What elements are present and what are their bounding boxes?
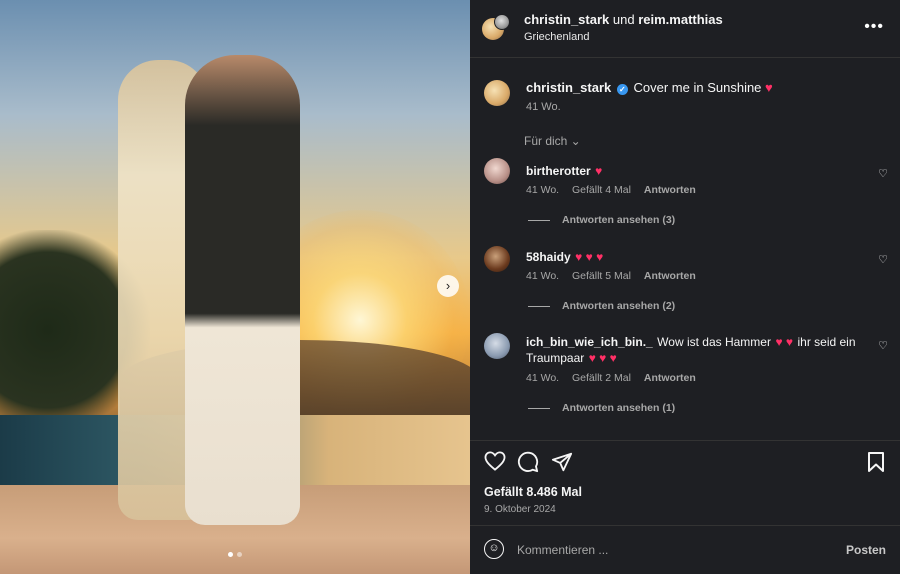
collab-names: christin_stark und reim.matthias <box>524 12 723 27</box>
paper-plane-icon[interactable] <box>551 451 573 477</box>
avatar[interactable] <box>484 158 510 184</box>
header-connector: und <box>612 12 635 27</box>
reply-button[interactable]: Antworten <box>644 184 696 196</box>
person-man <box>185 55 300 525</box>
header-user2[interactable]: reim.matthias <box>638 12 723 27</box>
comment-input[interactable]: Kommentieren ... <box>517 543 608 557</box>
comment-text: ihr seid ein <box>797 335 856 349</box>
heart-icon[interactable]: ♡ <box>878 339 888 352</box>
comment-icon[interactable] <box>517 451 539 477</box>
comment-username[interactable]: ich_bin_wie_ich_bin._ <box>526 335 653 349</box>
comment-text: Traumpaar <box>526 351 585 365</box>
comment-emoji: ♥ ♥ ♥ <box>588 351 617 365</box>
comment-body: birtherotter ♥ <box>526 162 602 180</box>
avatar[interactable] <box>484 80 510 106</box>
caption: christin_stark ✓ Cover me in Sunshine ♥ <box>526 80 773 95</box>
post-button[interactable]: Posten <box>846 543 886 557</box>
comment-time[interactable]: 41 Wo. <box>526 270 559 282</box>
header-user1[interactable]: christin_stark <box>524 12 609 27</box>
comment-meta: 41 Wo. Gefällt 2 Mal Antworten <box>526 372 706 384</box>
heart-emoji: ♥ <box>765 80 773 95</box>
comment-filter-dropdown[interactable]: Für dich ⌄ <box>524 134 581 148</box>
comment-emoji: ♥ ♥ <box>775 335 794 349</box>
view-replies-button[interactable]: Antworten ansehen (3) <box>528 214 675 226</box>
carousel-dot-active <box>228 552 233 557</box>
caption-text: Cover me in Sunshine <box>633 80 762 95</box>
caption-username[interactable]: christin_stark <box>526 80 611 95</box>
comment-emoji: ♥ <box>595 164 603 178</box>
comment-composer: ☺ Kommentieren ... Posten <box>470 525 900 574</box>
comment-emoji: ♥ ♥ ♥ <box>575 250 604 264</box>
comment-username[interactable]: 58haidy <box>526 250 571 264</box>
comment-meta: 41 Wo. Gefällt 5 Mal Antworten <box>526 270 706 282</box>
avatar[interactable] <box>484 333 510 359</box>
reply-button[interactable]: Antworten <box>644 270 696 282</box>
reply-button[interactable]: Antworten <box>644 372 696 384</box>
post-date[interactable]: 9. Oktober 2024 <box>484 504 556 515</box>
post-header: christin_stark und reim.matthias Grieche… <box>470 0 900 58</box>
verified-badge-icon: ✓ <box>616 84 628 95</box>
heart-icon[interactable]: ♡ <box>878 253 888 266</box>
view-replies-button[interactable]: Antworten ansehen (2) <box>528 300 675 312</box>
comment-body: ich_bin_wie_ich_bin._ Wow ist das Hammer… <box>526 334 866 366</box>
likes-count[interactable]: Gefällt 8.486 Mal <box>484 485 582 499</box>
view-replies-button[interactable]: Antworten ansehen (1) <box>528 402 675 414</box>
comment-username[interactable]: birtherotter <box>526 164 591 178</box>
smiley-icon[interactable]: ☺ <box>484 539 504 559</box>
comment-text: Wow ist das Hammer <box>657 335 771 349</box>
avatar[interactable] <box>484 246 510 272</box>
more-horizontal-icon[interactable]: ••• <box>864 18 884 36</box>
carousel-indicator <box>228 552 242 557</box>
location[interactable]: Griechenland <box>524 31 589 43</box>
chevron-right-icon[interactable]: › <box>437 275 459 297</box>
avatar[interactable] <box>494 14 510 30</box>
comment-time[interactable]: 41 Wo. <box>526 372 559 384</box>
caption-time[interactable]: 41 Wo. <box>526 101 561 113</box>
action-bar <box>470 440 900 480</box>
post-photo[interactable]: › <box>0 0 470 574</box>
comment-likes[interactable]: Gefällt 4 Mal <box>572 184 631 196</box>
carousel-dot <box>237 552 242 557</box>
comment-likes[interactable]: Gefällt 5 Mal <box>572 270 631 282</box>
post-side-panel: christin_stark und reim.matthias Grieche… <box>470 0 900 574</box>
comment-time[interactable]: 41 Wo. <box>526 184 559 196</box>
comment-likes[interactable]: Gefällt 2 Mal <box>572 372 631 384</box>
heart-icon[interactable]: ♡ <box>878 167 888 180</box>
bookmark-icon[interactable] <box>866 451 886 477</box>
comment-body: 58haidy ♥ ♥ ♥ <box>526 248 603 266</box>
heart-icon[interactable] <box>484 451 506 475</box>
comment-meta: 41 Wo. Gefällt 4 Mal Antworten <box>526 184 706 196</box>
